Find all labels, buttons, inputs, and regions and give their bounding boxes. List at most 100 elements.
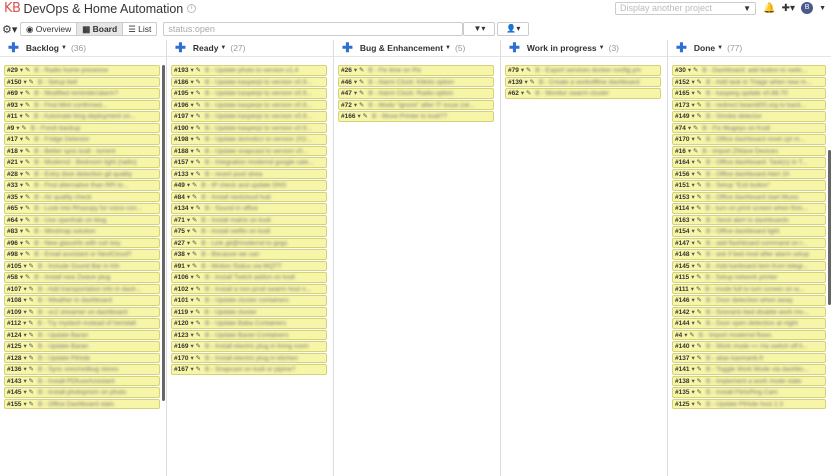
- task-card[interactable]: #173 ▾ ✎ B - redirect beam800.org to back.…: [672, 99, 826, 110]
- add-task-icon[interactable]: ✚: [676, 41, 687, 54]
- task-id[interactable]: #153: [675, 194, 689, 201]
- task-title[interactable]: B - Email assistant or NextCloud?: [34, 251, 131, 258]
- task-card[interactable]: #47 ▾ ✎ B - Alarm Clock: Radio option: [338, 88, 494, 99]
- task-menu-icons[interactable]: ▾ ✎: [23, 286, 34, 293]
- task-card[interactable]: #108 ▾ ✎ B - Weather in dashboard: [4, 295, 160, 306]
- task-id[interactable]: #75: [174, 228, 185, 235]
- task-id[interactable]: #155: [7, 401, 21, 408]
- task-id[interactable]: #29: [7, 67, 18, 74]
- task-menu-icons[interactable]: ▾ ✎: [23, 343, 34, 350]
- task-card[interactable]: #124 ▾ ✎ B - Update Baran: [4, 329, 160, 340]
- task-title[interactable]: B - Smoke detector: [706, 113, 762, 120]
- task-menu-icons[interactable]: ▾ ✎: [354, 90, 365, 97]
- task-menu-icons[interactable]: ▾ ✎: [354, 79, 365, 86]
- task-card[interactable]: #133 ▾ ✎ B - revert pool strea: [171, 168, 327, 179]
- task-card[interactable]: #196 ▾ ✎ B - Update kasperpi to version v0…: [171, 99, 327, 110]
- task-menu-icons[interactable]: ▾ ✎: [691, 320, 702, 327]
- task-card[interactable]: #170 ▾ ✎ B - Office dashboard reset cpt m.…: [672, 134, 826, 145]
- task-card[interactable]: #140 ▾ ✎ B - Work mode == Ha switch off li…: [672, 341, 826, 352]
- gear-icon[interactable]: ⚙▾: [2, 23, 18, 36]
- task-card[interactable]: #64 ▾ ✎ B - Use openhab on blog: [4, 214, 160, 225]
- task-menu-icons[interactable]: ▾ ✎: [691, 366, 702, 373]
- task-title[interactable]: B - Mode "ignore" after IT issue (ok...: [368, 102, 474, 109]
- add-task-icon[interactable]: ✚: [175, 41, 186, 54]
- task-title[interactable]: B - Update PiHole: [38, 355, 90, 362]
- column-title[interactable]: Ready: [193, 43, 219, 53]
- task-menu-icons[interactable]: ▾ ✎: [187, 263, 198, 270]
- task-id[interactable]: #71: [174, 217, 185, 224]
- task-title[interactable]: B - Sync ores/redbug stores: [38, 366, 119, 373]
- task-card[interactable]: #114 ▾ ✎ B - turn on print screen when fin…: [672, 203, 826, 214]
- task-card[interactable]: #38 ▾ ✎ B - Because we can: [171, 249, 327, 260]
- task-menu-icons[interactable]: ▾ ✎: [190, 136, 201, 143]
- task-card[interactable]: #143 ▾ ✎ B - Install PDfuseAssistant: [4, 375, 160, 386]
- task-title[interactable]: B - Office dashboard: Task(s) in T...: [706, 159, 807, 166]
- task-id[interactable]: #98: [7, 251, 18, 258]
- task-menu-icons[interactable]: ▾ ✎: [190, 171, 201, 178]
- task-id[interactable]: #112: [7, 320, 21, 327]
- task-card[interactable]: #165 ▾ ✎ B - kasperg update v0.88.70: [672, 88, 826, 99]
- chevron-down-icon[interactable]: ▼: [61, 45, 67, 51]
- task-menu-icons[interactable]: ▾ ✎: [691, 274, 702, 281]
- task-card[interactable]: #79 ▾ ✎ B - Export services docker config.…: [505, 65, 661, 76]
- task-card[interactable]: #21 ▾ ✎ B - Modernd - Bedroom light (radio…: [4, 157, 160, 168]
- task-id[interactable]: #64: [7, 217, 18, 224]
- task-menu-icons[interactable]: ▾ ✎: [691, 286, 702, 293]
- task-title[interactable]: B - Update cluster: [205, 309, 257, 316]
- task-menu-icons[interactable]: ▾ ✎: [354, 102, 365, 109]
- task-id[interactable]: #136: [7, 366, 21, 373]
- task-title[interactable]: B - Install netflix on kodi: [201, 228, 270, 235]
- task-menu-icons[interactable]: ▾ ✎: [20, 148, 31, 155]
- task-title[interactable]: B - Radio home presence: [34, 67, 108, 74]
- task-title[interactable]: B - Alarm Clock: Kitlolo option: [368, 79, 454, 86]
- task-card[interactable]: #139 ▾ ✎ B - Create a workoffline dashboar…: [505, 76, 661, 87]
- task-id[interactable]: #91: [174, 263, 185, 270]
- task-title[interactable]: B - Alarm Clock: Radio option: [368, 90, 453, 97]
- task-card[interactable]: #137 ▾ ✎ B - alias kasmanb.fr: [672, 352, 826, 363]
- task-card[interactable]: #112 ▾ ✎ B - Try mydash instead of hemdall: [4, 318, 160, 329]
- task-card[interactable]: #135 ▾ ✎ B - Install FlirtsPing Cam: [672, 387, 826, 398]
- task-menu-icons[interactable]: ▾ ✎: [20, 205, 31, 212]
- task-title[interactable]: B - Update domoticz to version 202...: [205, 136, 312, 143]
- task-card[interactable]: #141 ▾ ✎ B - Toggle Work Mode via dashbo..…: [672, 364, 826, 375]
- task-id[interactable]: #133: [174, 171, 188, 178]
- task-card[interactable]: #46 ▾ ✎ B - Alarm Clock: Kitlolo option: [338, 76, 494, 87]
- task-card[interactable]: #147 ▾ ✎ B - add flashboard command on r..…: [672, 237, 826, 248]
- task-menu-icons[interactable]: ▾ ✎: [23, 332, 34, 339]
- task-id[interactable]: #102: [174, 286, 188, 293]
- task-id[interactable]: #109: [7, 309, 21, 316]
- notifications-bell-icon[interactable]: 🔔: [763, 3, 775, 14]
- task-id[interactable]: #146: [675, 297, 689, 304]
- task-menu-icons[interactable]: ▾ ✎: [23, 297, 34, 304]
- task-card[interactable]: #93 ▾ ✎ B - Find Mint confirmed...: [4, 99, 160, 110]
- task-id[interactable]: #156: [675, 171, 689, 178]
- task-menu-icons[interactable]: ▾ ✎: [20, 159, 31, 166]
- add-task-icon[interactable]: ✚: [509, 41, 520, 54]
- task-id[interactable]: #149: [675, 113, 689, 120]
- task-id[interactable]: #145: [675, 263, 689, 270]
- task-title[interactable]: B - Dashboard: add button to switc...: [702, 67, 807, 74]
- task-title[interactable]: B - Update Baba Containers: [205, 320, 286, 327]
- task-card[interactable]: #134 ▾ ✎ B - Sound in office: [171, 203, 327, 214]
- task-title[interactable]: B - Scenario bed disable work mo...: [706, 309, 809, 316]
- task-card[interactable]: #26 ▾ ✎ B - Fix time on Pix: [338, 65, 494, 76]
- task-title[interactable]: B - Entry door detection git quality: [34, 171, 132, 178]
- task-id[interactable]: #79: [508, 67, 519, 74]
- task-menu-icons[interactable]: ▾ ✎: [190, 125, 201, 132]
- task-card[interactable]: #30 ▾ ✎ B - Dashboard: add button to switc…: [672, 65, 826, 76]
- task-title[interactable]: B - mode full to turn screen on w...: [705, 286, 804, 293]
- task-title[interactable]: B - Move Printer to kodi??: [372, 113, 447, 120]
- task-id[interactable]: #170: [174, 355, 188, 362]
- task-menu-icons[interactable]: ▾ ✎: [691, 378, 702, 385]
- task-title[interactable]: B - Install FlirtsPing Cam: [706, 389, 778, 396]
- task-title[interactable]: B - Door detection when away: [706, 297, 793, 304]
- task-title[interactable]: B - Find Mint confirmed...: [34, 102, 107, 109]
- column-title[interactable]: Bug & Enhancement: [360, 43, 443, 53]
- task-menu-icons[interactable]: ▾ ✎: [20, 194, 31, 201]
- task-id[interactable]: #62: [508, 90, 519, 97]
- task-menu-icons[interactable]: ▾ ✎: [20, 217, 31, 224]
- task-id[interactable]: #124: [7, 332, 21, 339]
- task-title[interactable]: B - Office dashboard start Music: [706, 194, 799, 201]
- task-menu-icons[interactable]: ▾ ✎: [23, 389, 34, 396]
- task-id[interactable]: #188: [174, 148, 188, 155]
